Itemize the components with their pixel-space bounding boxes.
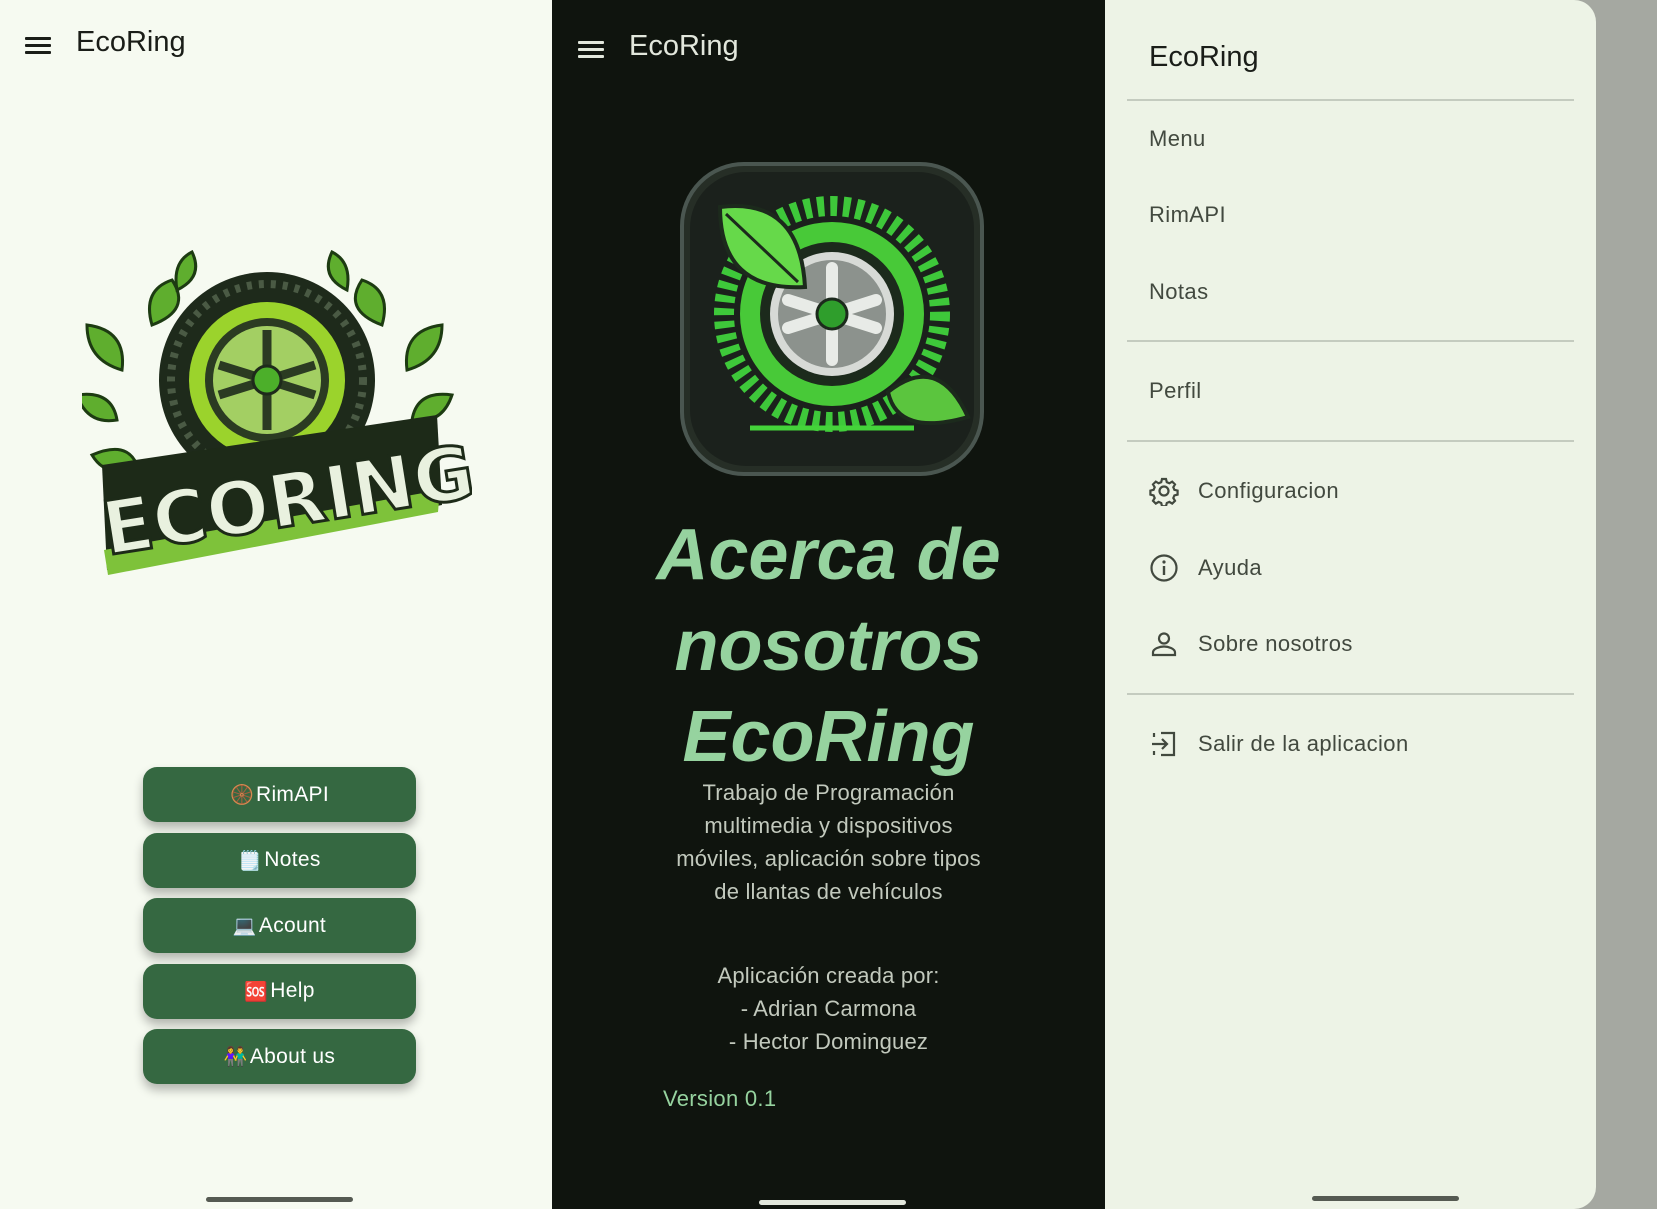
divider (1127, 99, 1574, 101)
credits-heading: Aplicación creada por: (717, 963, 940, 988)
tire-icon: 🛞 (230, 784, 254, 806)
notepad-icon: 🗒️ (238, 849, 263, 872)
drawer-item-salir[interactable]: Salir de la aplicacion (1149, 724, 1409, 764)
about-title: Acerca de nosotros EcoRing (552, 510, 1105, 783)
account-button[interactable]: 💻 Acount (143, 898, 416, 953)
drawer-item-label: Salir de la aplicacion (1198, 731, 1409, 756)
credits-author: - Hector Dominguez (728, 1029, 929, 1054)
drawer-item-sobre-nosotros[interactable]: Sobre nosotros (1149, 624, 1353, 664)
divider (1127, 340, 1574, 342)
app-icon (680, 162, 984, 476)
help-button-label: Help (270, 979, 315, 1002)
account-button-label: Acount (258, 913, 327, 937)
description-line: móviles, aplicación sobre tipos (676, 846, 981, 871)
menu-icon[interactable] (25, 36, 51, 56)
menu-icon[interactable] (578, 40, 604, 60)
info-icon (1150, 554, 1178, 582)
home-indicator[interactable] (1312, 1196, 1459, 1201)
gear-icon (1149, 477, 1179, 506)
navigation-drawer: EcoRing Menu RimAPI Notas Perfil Configu… (1105, 0, 1596, 1209)
rimapi-button-label: RimAPI (255, 782, 329, 806)
about-us-button-label: About us (249, 1044, 336, 1068)
about-description: Trabajo de Programación multimedia y dis… (612, 776, 1045, 908)
drawer-item-label: Perfil (1149, 378, 1202, 403)
home-indicator[interactable] (206, 1197, 353, 1202)
description-line: multimedia y dispositivos (704, 813, 953, 838)
home-button-list: 🛞 RimAPI 🗒️ Notes 💻 Acount 🆘 Help 👫 Abou… (143, 767, 416, 1095)
rimapi-button[interactable]: 🛞 RimAPI (143, 767, 416, 822)
drawer-item-label: Notas (1149, 279, 1209, 304)
top-app-bar: EcoRing (0, 0, 552, 92)
credits-author: - Adrian Carmona (740, 996, 917, 1021)
app-title: EcoRing (76, 26, 186, 58)
notes-button-label: Notes (264, 848, 321, 871)
drawer-item-label: Menu (1149, 126, 1206, 151)
top-app-bar: EcoRing (552, 0, 1105, 92)
drawer-item-notas[interactable]: Notas (1149, 272, 1208, 312)
notes-button[interactable]: 🗒️ Notes (143, 832, 416, 888)
drawer-screen: EcoRing Menu RimAPI Notas Perfil Configu… (1105, 0, 1657, 1209)
home-indicator[interactable] (759, 1200, 906, 1205)
logout-icon (1152, 731, 1176, 757)
about-screen: EcoRing Acerca de nosotros EcoRing Traba… (552, 0, 1105, 1209)
app-title: EcoRing (629, 30, 739, 62)
about-title-line: nosotros (674, 606, 983, 686)
drawer-item-configuracion[interactable]: Configuracion (1149, 471, 1339, 511)
drawer-item-perfil[interactable]: Perfil (1149, 371, 1202, 411)
version-label: Version 0.1 (663, 1086, 777, 1111)
description-line: Trabajo de Programación (702, 780, 955, 805)
about-title-line: EcoRing (682, 697, 975, 777)
drawer-item-rimapi[interactable]: RimAPI (1149, 195, 1226, 235)
ecoring-logo: ECORING (82, 250, 472, 575)
sos-icon: 🆘 (244, 980, 269, 1003)
people-icon: 👫 (223, 1046, 248, 1068)
person-icon (1151, 632, 1177, 657)
about-credits: Aplicación creada por: - Adrian Carmona … (612, 959, 1045, 1058)
description-line: de llantas de vehículos (714, 879, 943, 904)
drawer-item-label: Sobre nosotros (1198, 631, 1353, 656)
divider (1127, 693, 1574, 695)
laptop-icon: 💻 (232, 915, 257, 937)
help-button[interactable]: 🆘 Help (143, 963, 416, 1019)
home-screen: EcoRing ECORING 🛞 RimAPI 🗒️ Notes 💻 Acou… (0, 0, 552, 1209)
drawer-item-ayuda[interactable]: Ayuda (1149, 548, 1262, 588)
drawer-item-menu[interactable]: Menu (1149, 119, 1206, 159)
drawer-title: EcoRing (1149, 41, 1259, 73)
about-title-line: Acerca de (656, 515, 1001, 595)
drawer-item-label: Ayuda (1198, 555, 1262, 580)
about-us-button[interactable]: 👫 About us (143, 1029, 416, 1084)
drawer-item-label: RimAPI (1149, 202, 1226, 227)
drawer-item-label: Configuracion (1198, 478, 1339, 503)
divider (1127, 440, 1574, 442)
